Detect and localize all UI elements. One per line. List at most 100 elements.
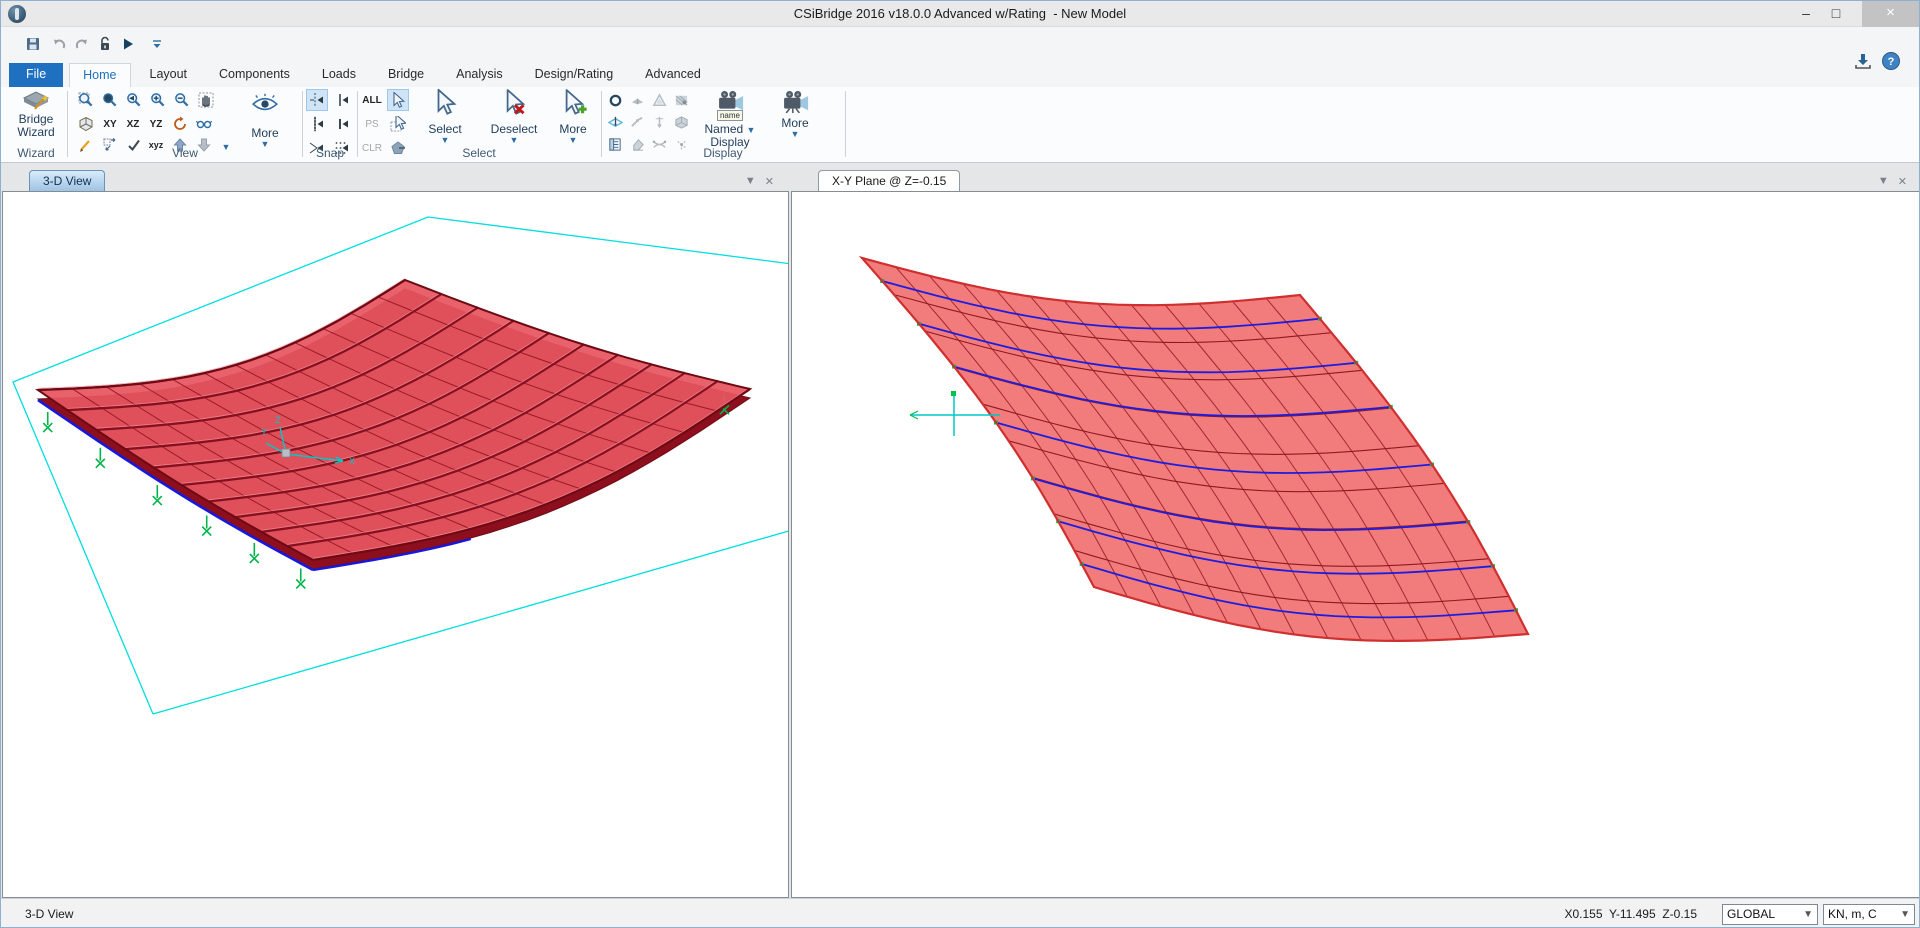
- tab-layout[interactable]: Layout: [137, 63, 201, 87]
- select-more-button[interactable]: More ▼: [551, 89, 595, 144]
- units-select[interactable]: KN, m, C▼: [1823, 904, 1915, 925]
- maximize-button[interactable]: □: [1821, 1, 1851, 27]
- snap-to-midpoints-icon[interactable]: [306, 113, 328, 135]
- panel-xy-close-icon[interactable]: ✕: [1898, 175, 1907, 188]
- status-bar: 3-D View X0.155 Y-11.495 Z-0.15 GLOBAL▼ …: [1, 898, 1919, 928]
- title-bar: CSiBridge 2016 v18.0.0 Advanced w/Rating…: [1, 1, 1919, 27]
- tab-design-rating[interactable]: Design/Rating: [522, 63, 627, 87]
- panel-3d-close-icon[interactable]: ✕: [765, 175, 774, 188]
- tab-file[interactable]: File: [9, 63, 63, 87]
- select-previous-button[interactable]: PS: [361, 113, 383, 135]
- close-button[interactable]: ×: [1862, 1, 1919, 27]
- cursor-coordinates: X0.155 Y-11.495 Z-0.15: [1564, 907, 1697, 921]
- svg-text:?: ?: [1888, 56, 1895, 68]
- display-grid-plane-icon[interactable]: [605, 111, 625, 133]
- view-more-button[interactable]: More ▼: [237, 89, 293, 148]
- snap-to-points-icon[interactable]: [306, 89, 328, 111]
- group-wizard: Bridge Wizard Wizard: [5, 87, 67, 161]
- bridge-wizard-icon: [21, 89, 51, 111]
- group-label-display: Display: [603, 146, 843, 160]
- redo-icon[interactable]: [74, 36, 90, 52]
- svg-text:X: X: [349, 456, 355, 466]
- group-label-select: Select: [359, 146, 599, 160]
- tab-loads[interactable]: Loads: [309, 63, 369, 87]
- deselect-button[interactable]: Deselect ▼: [483, 89, 545, 144]
- deselect-cursor-icon: [498, 89, 530, 115]
- panel-xy-plane: X-Y Plane @ Z=-0.15 ▼ ✕: [790, 169, 1920, 191]
- snap-to-lines-icon[interactable]: [331, 113, 353, 135]
- display-more-button[interactable]: More ▼: [771, 89, 819, 138]
- yz-view-button[interactable]: YZ: [145, 113, 167, 135]
- display-frames-icon[interactable]: [627, 89, 647, 111]
- window-select-icon[interactable]: [387, 113, 409, 135]
- customize-toolbar-icon[interactable]: [149, 36, 165, 52]
- group-display: name Named ▼Display More ▼ Display: [603, 87, 843, 161]
- xy-plane-viewport[interactable]: [792, 192, 1920, 897]
- pan-icon[interactable]: [195, 89, 217, 111]
- group-select: ALL PS CLR Select ▼ Deselect ▼ More: [359, 87, 599, 161]
- display-joints-icon[interactable]: [605, 89, 625, 111]
- panel-3d-tabstrip: 3-D View ▼ ✕: [1, 169, 788, 191]
- 3d-view-canvas[interactable]: XYZ: [2, 191, 789, 898]
- help-icon[interactable]: ?: [1881, 51, 1901, 71]
- perspective-glasses-icon[interactable]: [193, 113, 215, 135]
- zoom-in-icon[interactable]: [147, 89, 169, 111]
- select-all-button[interactable]: ALL: [361, 89, 383, 111]
- csibridge-window: CSiBridge 2016 v18.0.0 Advanced w/Rating…: [0, 0, 1920, 928]
- display-solids-icon[interactable]: [671, 111, 691, 133]
- xz-view-button[interactable]: XZ: [122, 113, 144, 135]
- panel-xy-tabstrip: X-Y Plane @ Z=-0.15 ▼ ✕: [790, 169, 1920, 191]
- tab-home[interactable]: Home: [69, 63, 130, 87]
- xy-plane-canvas[interactable]: [791, 191, 1920, 898]
- minimize-button[interactable]: –: [1791, 1, 1821, 27]
- named-display-button[interactable]: name Named ▼Display: [699, 89, 761, 149]
- download-icon[interactable]: [1853, 51, 1873, 71]
- tab-components[interactable]: Components: [206, 63, 303, 87]
- run-analysis-icon[interactable]: [120, 36, 136, 52]
- csys-chevron-icon: ▼: [1803, 909, 1813, 920]
- undo-icon[interactable]: [51, 36, 67, 52]
- tab-3d-view[interactable]: 3-D View: [29, 170, 105, 191]
- quick-access-toolbar: [1, 27, 1919, 63]
- xy-view-button[interactable]: XY: [99, 113, 121, 135]
- bridge-wizard-button[interactable]: Bridge Wizard: [8, 89, 64, 139]
- status-view-name: 3-D View: [1, 907, 73, 921]
- zoom-out-icon[interactable]: [171, 89, 193, 111]
- ribbon-tab-row: File Home Layout Components Loads Bridge…: [1, 63, 1919, 87]
- select-button[interactable]: Select ▼: [417, 89, 473, 144]
- tab-analysis[interactable]: Analysis: [443, 63, 516, 87]
- display-links-icon[interactable]: [627, 111, 647, 133]
- coordinate-system-select[interactable]: GLOBAL▼: [1722, 904, 1818, 925]
- 3d-view-icon[interactable]: [75, 113, 97, 135]
- snap-to-ends-icon[interactable]: [331, 89, 353, 111]
- select-cursor-icon: [432, 89, 458, 115]
- panel-3d-collapse-icon[interactable]: ▼: [745, 175, 756, 188]
- restore-full-view-icon[interactable]: [99, 89, 121, 111]
- ribbon-body: Bridge Wizard Wizard XY XZ: [1, 87, 1919, 163]
- tab-advanced[interactable]: Advanced: [632, 63, 714, 87]
- display-loads-icon[interactable]: [649, 111, 669, 133]
- units-chevron-icon: ▼: [1900, 909, 1910, 920]
- previous-zoom-icon[interactable]: [123, 89, 145, 111]
- tab-bridge[interactable]: Bridge: [375, 63, 437, 87]
- display-textures-icon[interactable]: [671, 89, 691, 111]
- group-view: XY XZ YZ xyz ▼ More: [69, 87, 301, 161]
- window-title: CSiBridge 2016 v18.0.0 Advanced w/Rating…: [1, 1, 1919, 27]
- mdi-area: 3-D View ▼ ✕ XYZ X-Y Plane @ Z=-0.15 ▼ ✕: [1, 163, 1919, 898]
- 3d-model-viewport[interactable]: XYZ: [3, 192, 788, 897]
- panel-xy-collapse-icon[interactable]: ▼: [1878, 175, 1889, 188]
- pointer-select-icon[interactable]: [387, 89, 409, 111]
- tab-xy-plane[interactable]: X-Y Plane @ Z=-0.15: [818, 170, 960, 191]
- select-more-cursor-icon: [557, 89, 589, 115]
- lock-icon[interactable]: [97, 36, 113, 52]
- rotate-view-icon[interactable]: [169, 113, 191, 135]
- group-label-snap: Snap: [304, 146, 356, 160]
- group-snap: Snap: [304, 87, 356, 161]
- panel-3d-view: 3-D View ▼ ✕ XYZ: [1, 169, 788, 191]
- display-areas-icon[interactable]: [649, 89, 669, 111]
- display-more-camera-icon: [780, 89, 810, 113]
- rubber-band-zoom-icon[interactable]: [75, 89, 97, 111]
- group-label-wizard: Wizard: [5, 146, 67, 160]
- save-icon[interactable]: [25, 36, 41, 52]
- group-label-view: View: [69, 146, 301, 160]
